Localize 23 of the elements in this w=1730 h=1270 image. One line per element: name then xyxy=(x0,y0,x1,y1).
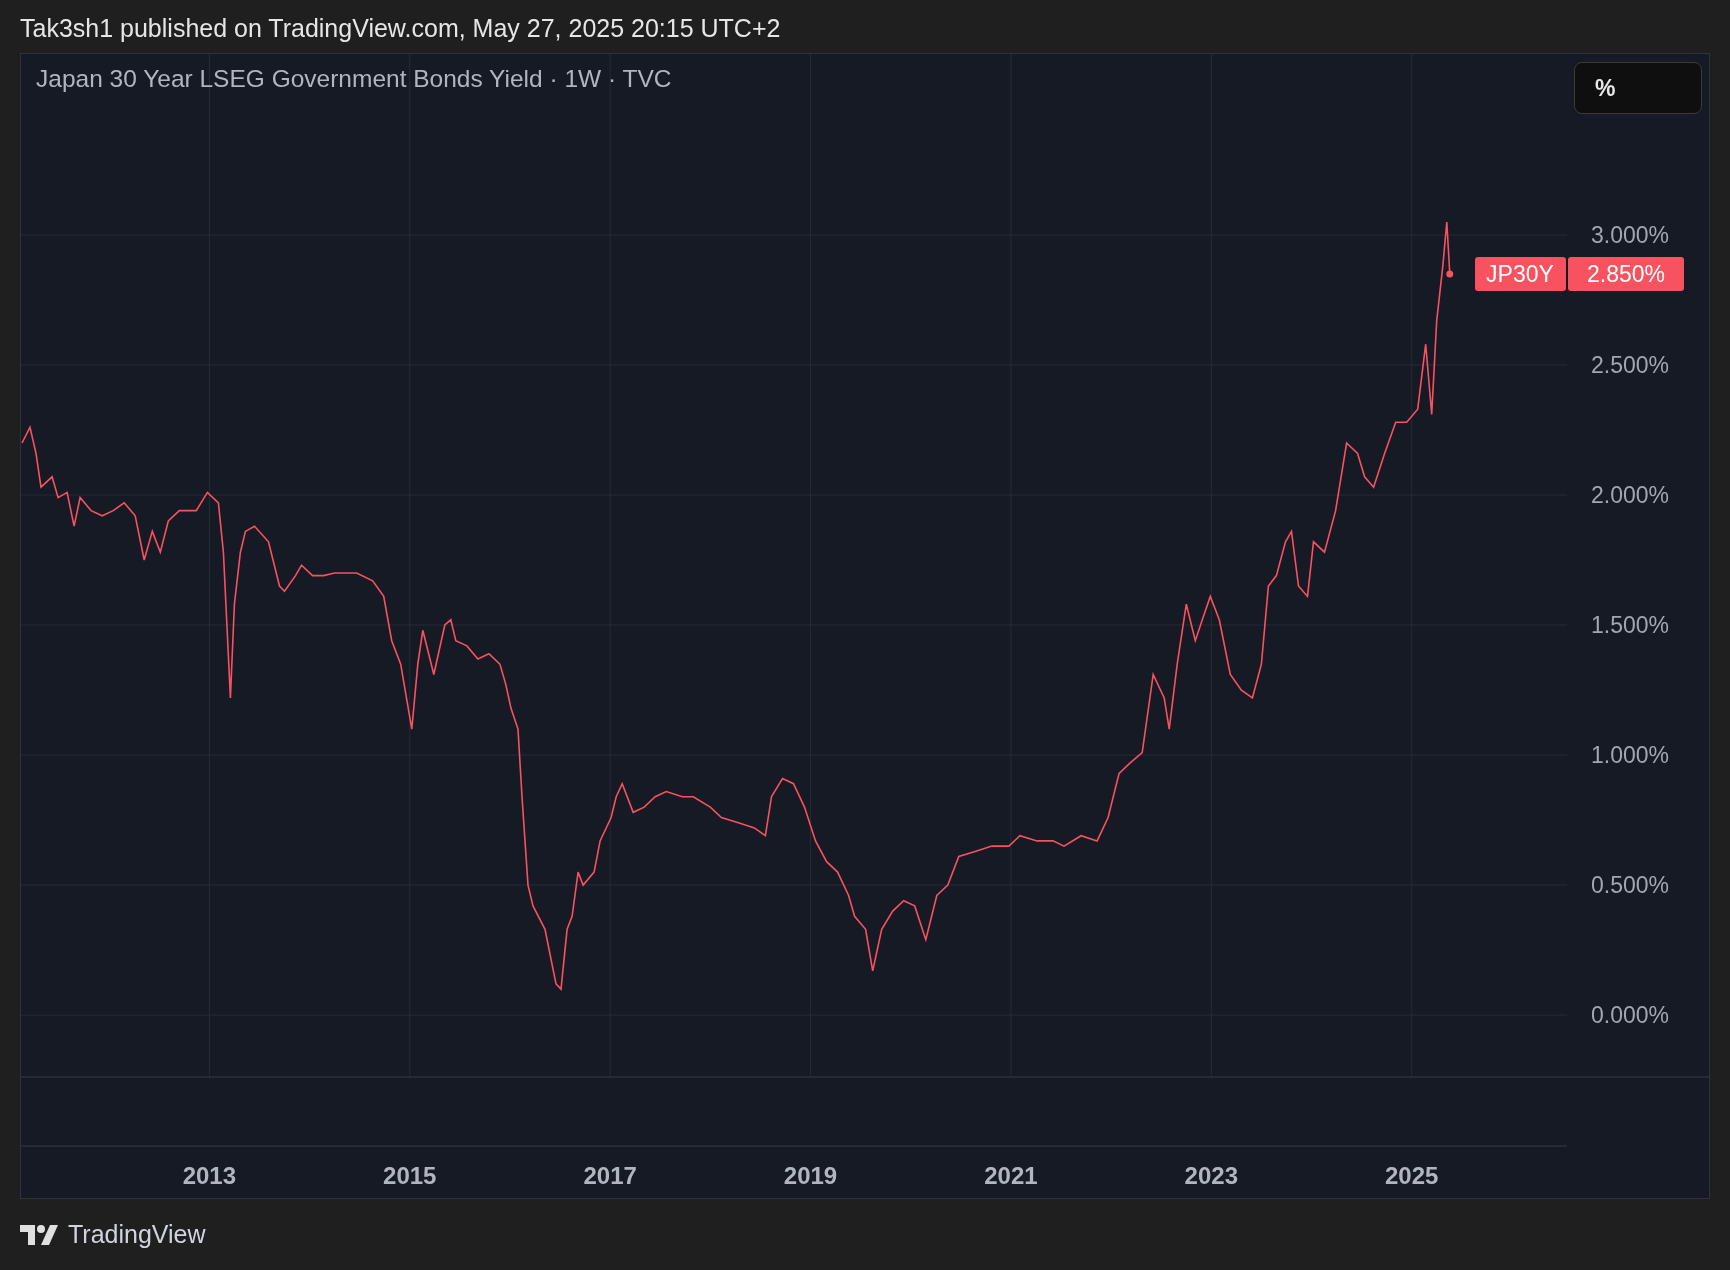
chart-legend: Japan 30 Year LSEG Government Bonds Yield · 1W · TVC xyxy=(36,65,672,93)
x-axis-label: 2021 xyxy=(984,1162,1038,1189)
y-axis-label: 1.500% xyxy=(1591,612,1669,639)
price-tag: 2.850% xyxy=(1568,257,1684,291)
y-axis-label: 1.000% xyxy=(1591,742,1669,769)
publish-info: Tak3sh1 published on TradingView.com, May 27, 2025 20:15 UTC+2 xyxy=(20,13,781,43)
x-axis-label: 2013 xyxy=(182,1162,237,1189)
brand-name: TradingView xyxy=(68,1220,206,1249)
x-axis-label: 2015 xyxy=(383,1162,437,1189)
percent-button[interactable]: % xyxy=(1574,62,1702,114)
logo-icon xyxy=(20,1224,58,1245)
series-label: JP30Y xyxy=(1486,260,1554,287)
x-axis-label: 2023 xyxy=(1184,1162,1238,1189)
symbol-tag: JP30Y xyxy=(1475,257,1566,291)
x-axis-label: 2019 xyxy=(783,1162,838,1189)
x-axis-label: 2017 xyxy=(583,1162,637,1189)
y-axis-label: 0.000% xyxy=(1591,1002,1669,1029)
last-price-dot xyxy=(1446,270,1454,278)
x-axis-label: 2025 xyxy=(1385,1162,1439,1189)
y-axis-label: 2.000% xyxy=(1591,482,1669,509)
y-axis-label: 0.500% xyxy=(1591,872,1669,899)
y-axis-label: 2.500% xyxy=(1591,352,1669,378)
y-axis-label: 3.000% xyxy=(1591,222,1669,248)
